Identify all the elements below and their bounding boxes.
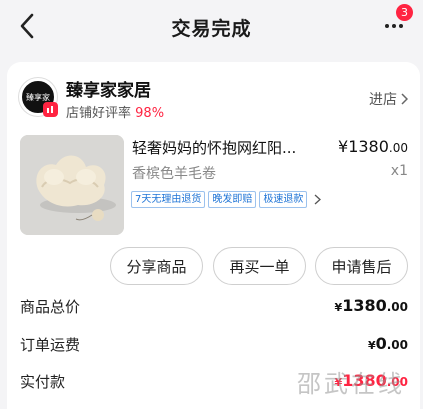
shop-name[interactable]: 臻享家家居 bbox=[66, 76, 151, 101]
chevron-right-icon bbox=[401, 93, 408, 105]
goods-total-row: 商品总价 ¥1380.00 bbox=[20, 296, 408, 318]
after-sale-button[interactable]: 申请售后 bbox=[315, 247, 408, 285]
tags-more-button[interactable] bbox=[314, 194, 322, 205]
product-quantity: x1 bbox=[390, 163, 408, 179]
service-tag: 晚发即赔 bbox=[208, 191, 257, 208]
product-spec: 香槟色羊毛卷 bbox=[132, 166, 216, 182]
top-bar: 交易完成 3 bbox=[0, 0, 423, 54]
chevron-right-icon bbox=[314, 194, 322, 205]
more-button[interactable]: 3 bbox=[379, 4, 413, 38]
more-icon bbox=[385, 24, 403, 28]
order-card: 臻享家 臻享家家居 店铺好评率 98% 进店 轻奢妈妈的怀抱网红阳... ¥13… bbox=[7, 62, 420, 409]
shipping-row: 订单运费 ¥0.00 bbox=[20, 334, 408, 356]
page-title: 交易完成 bbox=[171, 17, 252, 40]
goods-total-label: 商品总价 bbox=[20, 298, 81, 316]
goods-total-dec: .00 bbox=[386, 300, 408, 314]
enter-shop-link[interactable]: 进店 bbox=[369, 89, 408, 109]
service-tag: 极速退款 bbox=[259, 191, 308, 208]
shop-rating-label: 店铺好评率 bbox=[66, 106, 132, 121]
product-title[interactable]: 轻奢妈妈的怀抱网红阳... bbox=[132, 137, 296, 158]
product-price-dec: .00 bbox=[388, 141, 408, 155]
service-tag: 7天无理由退货 bbox=[131, 191, 206, 208]
back-button[interactable] bbox=[12, 10, 42, 42]
shop-avatar[interactable]: 臻享家 bbox=[19, 78, 58, 117]
goods-total-int: 1380 bbox=[342, 296, 387, 315]
shop-badge-icon bbox=[43, 102, 58, 117]
buy-again-button[interactable]: 再买一单 bbox=[213, 247, 306, 285]
shop-rating: 店铺好评率 98% bbox=[66, 102, 164, 121]
goods-total-amount: ¥1380.00 bbox=[335, 296, 408, 315]
sofa-product-icon bbox=[20, 135, 124, 235]
chevron-left-icon bbox=[20, 13, 34, 39]
shipping-int: 0 bbox=[375, 334, 387, 353]
shipping-amount: ¥0.00 bbox=[368, 334, 408, 353]
shop-header: 臻享家 臻享家家居 店铺好评率 98% 进店 bbox=[19, 76, 408, 122]
shop-logo-text: 臻享家 bbox=[26, 92, 50, 102]
share-product-button[interactable]: 分享商品 bbox=[110, 247, 203, 285]
shop-rating-value: 98% bbox=[135, 106, 165, 121]
enter-shop-label: 进店 bbox=[369, 92, 397, 108]
notification-badge: 3 bbox=[396, 4, 413, 21]
product-image[interactable] bbox=[20, 135, 124, 235]
shipping-symbol: ¥ bbox=[367, 339, 376, 352]
product-price-symbol: ¥ bbox=[338, 137, 349, 156]
product-price: ¥1380.00 bbox=[338, 137, 408, 156]
shipping-label: 订单运费 bbox=[20, 336, 81, 354]
service-tags: 7天无理由退货 晚发即赔 极速退款 bbox=[131, 191, 322, 208]
watermark: 邵武在线 bbox=[297, 370, 405, 398]
paid-label: 实付款 bbox=[20, 373, 66, 391]
product-price-int: 1380 bbox=[348, 137, 389, 156]
shipping-dec: .00 bbox=[386, 338, 408, 352]
